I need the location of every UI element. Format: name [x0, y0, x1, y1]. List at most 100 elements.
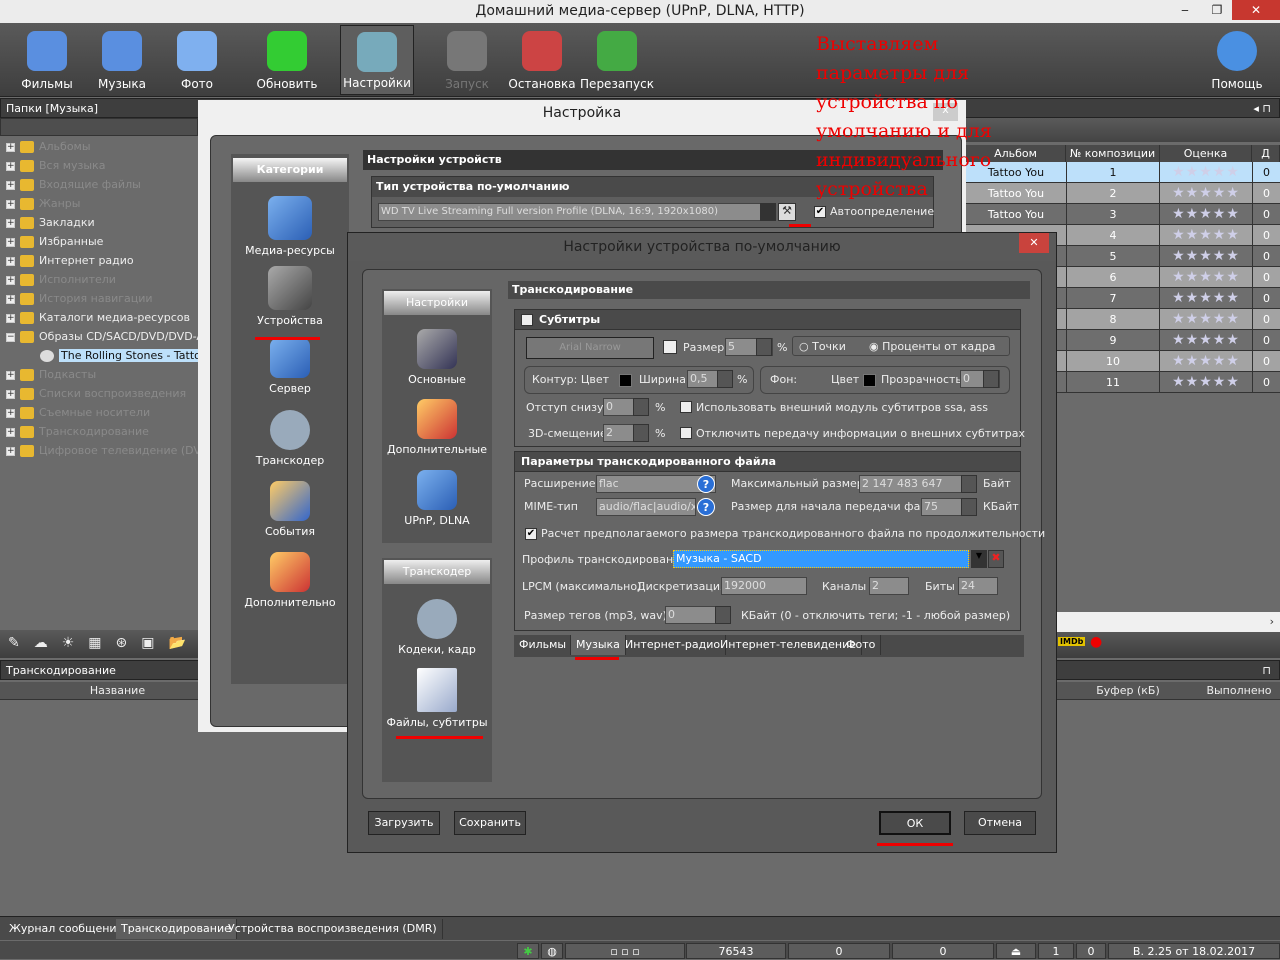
width-spinner[interactable] [717, 370, 733, 388]
toolbar-start-button[interactable]: Запуск [430, 25, 504, 95]
shift3d-spinner[interactable] [633, 424, 649, 442]
toolbar-help-button[interactable]: Помощь [1200, 25, 1274, 95]
folder-item[interactable]: + Транскодирование [6, 423, 149, 441]
profile-select[interactable]: Музыка - SACD [673, 550, 969, 568]
expand-icon[interactable]: + [6, 389, 15, 399]
rating-stars[interactable]: ★★★★★ [1160, 372, 1252, 393]
table-row[interactable]: Tattoo You 2 ★★★★★ 0 [966, 183, 1280, 204]
maximize-button[interactable]: ❐ [1202, 0, 1232, 20]
max-size-input[interactable]: 2 147 483 647 [859, 475, 977, 493]
expand-icon[interactable]: + [6, 275, 15, 285]
col-name[interactable]: Название [60, 682, 175, 700]
expand-icon[interactable]: + [6, 142, 15, 152]
tab-internet-tv[interactable]: Интернет-телевидение [715, 635, 863, 655]
autodetect-checkbox[interactable]: ✔ [814, 206, 826, 218]
help-icon[interactable]: ? [697, 475, 715, 493]
rating-stars[interactable]: ★★★★★ [1160, 225, 1252, 246]
folder-item[interactable]: + Закладки [6, 214, 95, 232]
rating-stars[interactable]: ★★★★★ [1160, 267, 1252, 288]
channels-select[interactable]: 2 [869, 577, 909, 595]
category-server[interactable]: Сервер [234, 338, 346, 395]
tools-icon[interactable]: ⚒ [778, 203, 796, 221]
estimate-checkbox[interactable]: ✔ [525, 528, 537, 540]
delete-profile-icon[interactable]: ✖ [988, 550, 1004, 568]
toolbar-photo-button[interactable]: Фото [160, 25, 234, 95]
status-running-icon[interactable]: ✱ [517, 943, 539, 959]
rating-stars[interactable]: ★★★★★ [1160, 288, 1252, 309]
close-button[interactable]: ✕ [1232, 0, 1280, 20]
rating-stars[interactable]: ★★★★★ [1160, 183, 1252, 204]
percent-frame-radio[interactable]: ◉ Проценты от кадра [869, 340, 995, 353]
start-size-spinner[interactable] [961, 498, 977, 516]
ext-module-checkbox[interactable] [680, 401, 692, 413]
record-icon[interactable]: ● [1090, 634, 1102, 650]
toolbar-stop-button[interactable]: Остановка [505, 25, 579, 95]
category-transcoder[interactable]: Транскодер [234, 410, 346, 467]
chevron-down-icon[interactable] [760, 203, 776, 221]
chevron-down-icon[interactable]: ▼ [971, 550, 987, 568]
pin-icon[interactable]: ⊓ [1262, 661, 1271, 681]
folder-item[interactable]: + Исполнители [6, 271, 116, 289]
column-header[interactable]: Оценка [1160, 145, 1252, 162]
expand-icon[interactable]: + [6, 446, 15, 456]
bits-select[interactable]: 24 [958, 577, 998, 595]
tab-dmr[interactable]: Устройства воспроизведения (DMR) [223, 919, 443, 939]
rating-stars[interactable]: ★★★★★ [1160, 204, 1252, 225]
save-button[interactable]: Сохранить [454, 811, 526, 835]
table-row[interactable]: Tattoo You 3 ★★★★★ 0 [966, 204, 1280, 225]
folder-item[interactable]: + Цифровое телевидение (DVB) [6, 442, 213, 460]
folder-item[interactable]: + История навигации [6, 290, 153, 308]
expand-icon[interactable]: + [6, 313, 15, 323]
font-button[interactable]: Arial Narrow [526, 337, 654, 359]
column-header[interactable]: Д [1252, 145, 1280, 162]
font-color-swatch[interactable] [663, 340, 677, 354]
folder-item[interactable]: + Входящие файлы [6, 176, 141, 194]
help-icon[interactable]: ? [697, 498, 715, 516]
nav-extra[interactable]: Дополнительные [382, 399, 492, 456]
subtitles-checkbox[interactable] [521, 314, 533, 326]
expand-icon[interactable]: + [6, 370, 15, 380]
rating-stars[interactable]: ★★★★★ [1160, 162, 1252, 183]
nav-files-subs[interactable]: Файлы, субтитры [382, 668, 492, 729]
rating-stars[interactable]: ★★★★★ [1160, 246, 1252, 267]
expand-icon[interactable]: + [6, 161, 15, 171]
expand-icon[interactable]: + [6, 180, 15, 190]
bottom-toolbar-icons[interactable]: ✎☁☀▦⊛▣📂 [8, 635, 200, 651]
category-media[interactable]: Медиа-ресурсы [234, 196, 346, 257]
nav-upnp[interactable]: UPnP, DLNA [382, 470, 492, 527]
toolbar-films-button[interactable]: Фильмы [10, 25, 84, 95]
expand-icon[interactable]: + [6, 237, 15, 247]
bg-color-swatch[interactable] [863, 374, 876, 387]
folder-item[interactable]: − Образы CD/SACD/DVD/DVD-A/B [6, 328, 215, 346]
cancel-button[interactable]: Отмена [964, 811, 1036, 835]
nav-basic[interactable]: Основные [382, 329, 492, 386]
expand-icon[interactable]: + [6, 408, 15, 418]
folder-item[interactable]: + Подкасты [6, 366, 96, 384]
transparency-spinner[interactable] [983, 370, 999, 388]
max-size-spinner[interactable] [961, 475, 977, 493]
toolbar-restart-button[interactable]: Перезапуск [580, 25, 654, 95]
load-button[interactable]: Загрузить [368, 811, 440, 835]
bottom-offset-spinner[interactable] [633, 398, 649, 416]
rating-stars[interactable]: ★★★★★ [1160, 330, 1252, 351]
toolbar-refresh-button[interactable]: Обновить [250, 25, 324, 95]
rate-select[interactable]: 192000 [721, 577, 807, 595]
rating-stars[interactable]: ★★★★★ [1160, 309, 1252, 330]
column-header[interactable]: № композиции [1066, 145, 1160, 162]
imdb-icon[interactable]: IMDb [1058, 637, 1086, 646]
tab-photo[interactable]: Фото [841, 635, 882, 655]
color-wheel-icon[interactable]: ◍ [541, 943, 563, 959]
col-buffer[interactable]: Буфер (кБ) [1060, 682, 1196, 700]
category-events[interactable]: События [234, 481, 346, 538]
toolbar-music-button[interactable]: Музыка [85, 25, 159, 95]
tab-internet-radio[interactable]: Интернет-радио [620, 635, 727, 655]
pin-icon[interactable]: ◂ ⊓ [1253, 99, 1271, 119]
category-advanced[interactable]: Дополнительно [234, 552, 346, 609]
minimize-button[interactable]: ‒ [1170, 0, 1200, 20]
folder-item[interactable]: + Списки воспроизведения [6, 385, 186, 403]
ok-button[interactable]: ОК [879, 811, 951, 835]
table-row[interactable]: Tattoo You 1 ★★★★★ 0 [966, 162, 1280, 183]
tab-log[interactable]: Журнал сообщений [4, 919, 130, 939]
folder-item[interactable]: + Жанры [6, 195, 80, 213]
expand-icon[interactable]: + [6, 199, 15, 209]
